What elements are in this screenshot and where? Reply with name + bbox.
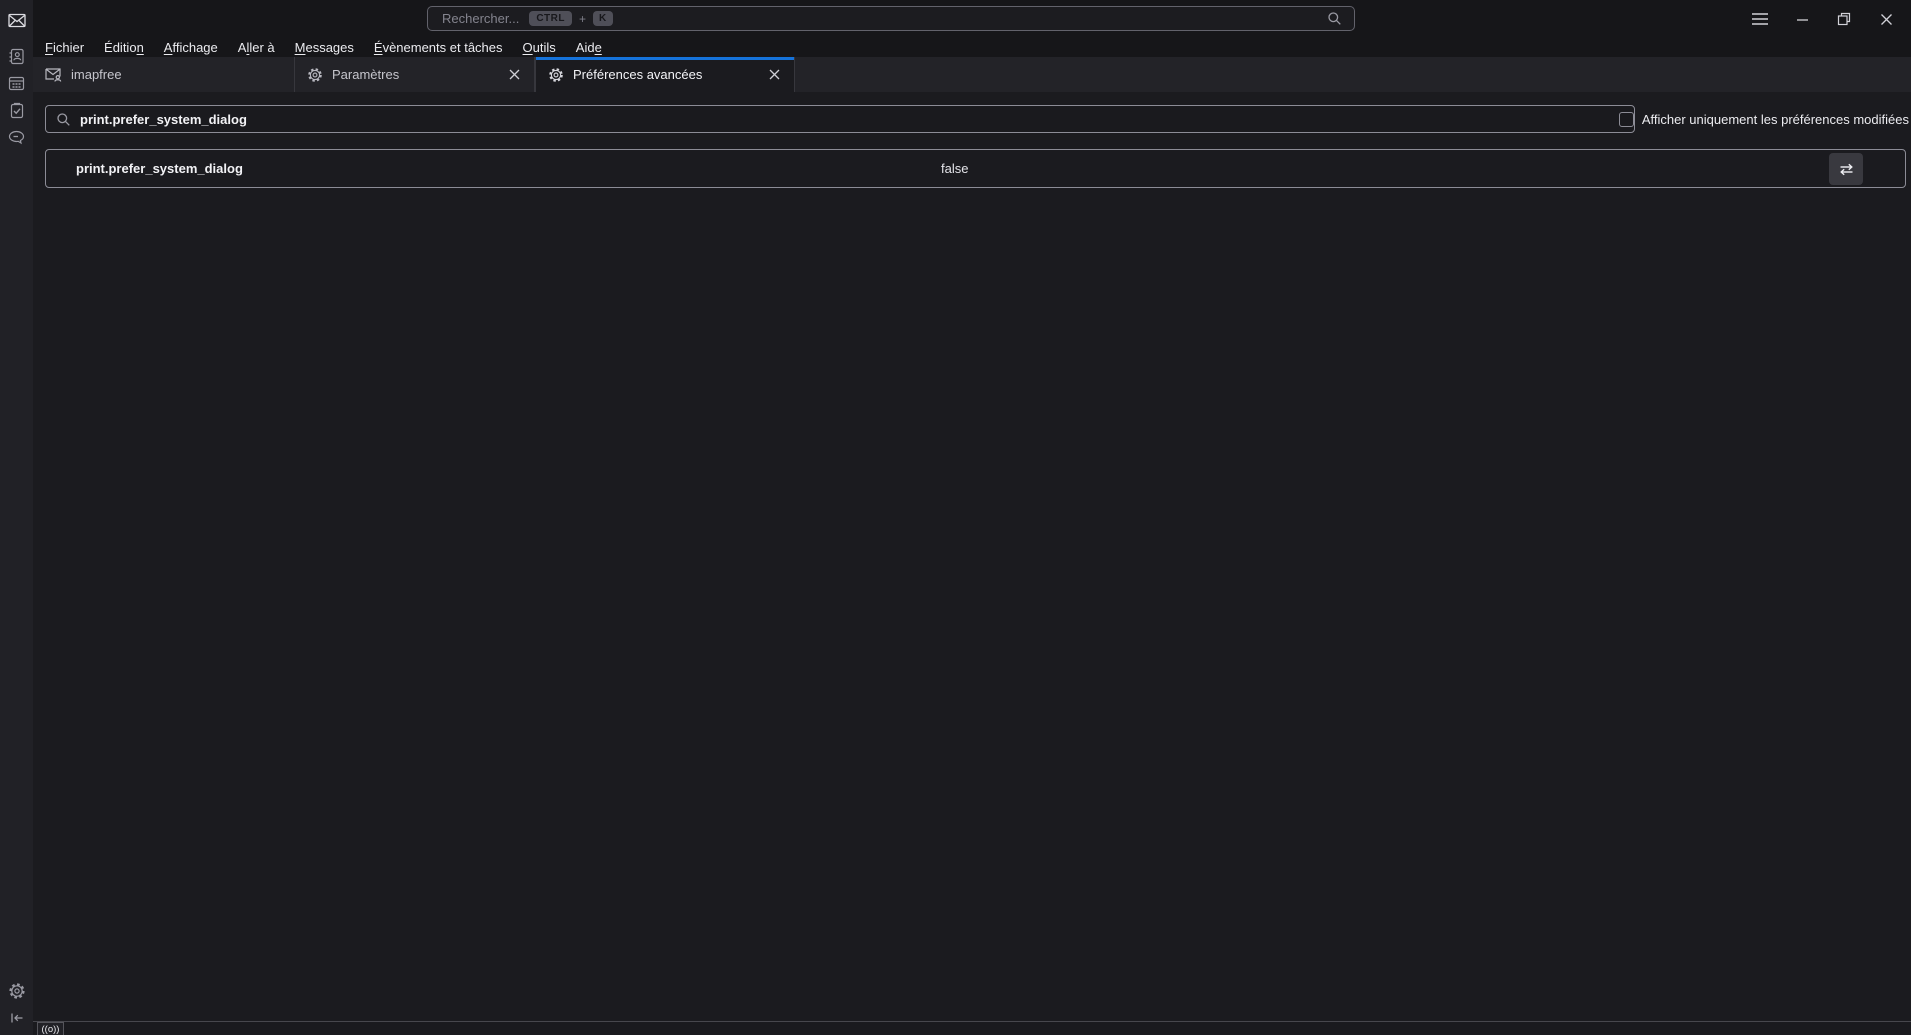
- pref-search-box[interactable]: [45, 105, 1635, 133]
- tasks-icon: [9, 102, 25, 119]
- menu-aide[interactable]: Aide: [566, 39, 612, 56]
- sidebar-item-tasks[interactable]: [4, 99, 30, 121]
- tab-label: Paramètres: [332, 67, 400, 82]
- sidebar-item-calendar[interactable]: [4, 72, 30, 94]
- gear-icon: [548, 67, 564, 83]
- hamburger-menu-icon: [1751, 12, 1769, 26]
- menu-label: Aid: [575, 40, 595, 55]
- pref-name: print.prefer_system_dialog: [76, 161, 243, 176]
- restore-button[interactable]: [1823, 0, 1865, 38]
- minimize-icon: [1796, 13, 1809, 26]
- collapse-spaces-button[interactable]: [4, 1007, 30, 1029]
- tab-label: Préférences avancées: [573, 67, 703, 82]
- menu-label: e: [594, 40, 602, 55]
- shortcut-plus: +: [579, 11, 587, 26]
- menu-aller-a[interactable]: Aller à: [228, 39, 285, 56]
- tab-close-icon[interactable]: [504, 65, 524, 85]
- pref-row[interactable]: print.prefer_system_dialog false: [45, 149, 1906, 188]
- menu-label: essages: [305, 40, 354, 55]
- menu-label: ichier: [52, 40, 85, 55]
- shortcut-ctrl-badge: CTRL: [529, 11, 572, 26]
- menu-label: vènements et tâches: [382, 40, 503, 55]
- chat-icon: [8, 129, 25, 145]
- mail-account-icon: [45, 67, 62, 82]
- global-search-bar[interactable]: Rechercher... CTRL + K: [427, 6, 1355, 31]
- menu-outils[interactable]: Outils: [513, 39, 566, 56]
- collapse-icon: [9, 1010, 25, 1026]
- status-bar: ((o)): [33, 1021, 1911, 1035]
- menu-label: O: [522, 40, 533, 55]
- mail-icon: [7, 13, 26, 28]
- minimize-button[interactable]: [1781, 0, 1823, 38]
- menu-label: F: [45, 40, 53, 55]
- global-search-placeholder: Rechercher...: [442, 11, 520, 26]
- menu-label: M: [294, 40, 306, 55]
- toggle-arrows-icon: [1838, 162, 1855, 177]
- tab-parametres[interactable]: Paramètres: [295, 57, 535, 92]
- menu-label: n: [136, 40, 144, 55]
- close-icon: [1880, 13, 1893, 26]
- config-editor: Afficher uniquement les préférences modi…: [33, 92, 1911, 1021]
- menu-label: Éditio: [104, 40, 137, 55]
- menu-label: É: [373, 40, 383, 55]
- tab-preferences-avancees[interactable]: Préférences avancées: [535, 57, 795, 92]
- status-badge: ((o)): [37, 1022, 64, 1035]
- filter-modified-checkbox[interactable]: [1618, 111, 1634, 127]
- shortcut-k-badge: K: [593, 11, 613, 26]
- address-book-icon: [8, 48, 25, 65]
- tab-label: imapfree: [71, 67, 122, 82]
- app-menu-button[interactable]: [1739, 0, 1781, 38]
- close-button[interactable]: [1865, 0, 1907, 38]
- menu-evenements-et-taches[interactable]: Évènements et tâches: [364, 39, 513, 56]
- pref-toggle-button[interactable]: [1829, 153, 1863, 185]
- menu-label: ffichage: [172, 40, 218, 55]
- thunderbird-window: Rechercher... CTRL + K Fichier Édition A…: [0, 0, 1911, 1035]
- menu-bar: Fichier Édition Affichage Aller à Messag…: [33, 38, 1911, 57]
- menu-edition[interactable]: Édition: [94, 39, 154, 56]
- pref-search-input[interactable]: [80, 106, 1634, 132]
- sidebar-item-mail[interactable]: [4, 9, 30, 31]
- tab-imapfree[interactable]: imapfree: [33, 57, 295, 92]
- menu-label: ler à: [249, 40, 275, 55]
- restore-icon: [1837, 12, 1851, 26]
- search-icon: [1327, 11, 1342, 26]
- search-icon: [56, 112, 71, 127]
- calendar-icon: [8, 75, 25, 91]
- sidebar-item-address-book[interactable]: [4, 45, 30, 67]
- filter-modified-label: Afficher uniquement les préférences modi…: [1641, 111, 1909, 127]
- spaces-toolbar: [0, 0, 33, 1035]
- sidebar-item-settings[interactable]: [4, 980, 30, 1002]
- menu-affichage[interactable]: Affichage: [154, 39, 228, 56]
- menu-messages[interactable]: Messages: [285, 39, 364, 56]
- sidebar-item-chat[interactable]: [4, 126, 30, 148]
- title-bar: Rechercher... CTRL + K: [33, 0, 1911, 38]
- menu-label: utils: [532, 40, 556, 55]
- gear-icon: [307, 67, 323, 83]
- pref-value: false: [941, 161, 969, 176]
- tab-bar: imapfree Paramètres Préférences avancées: [33, 57, 1911, 92]
- filter-modified-prefs[interactable]: Afficher uniquement les préférences modi…: [1618, 107, 1909, 131]
- tab-close-icon[interactable]: [764, 65, 784, 85]
- window-controls: [1739, 0, 1907, 38]
- gear-icon: [8, 982, 26, 1000]
- menu-fichier[interactable]: Fichier: [35, 39, 94, 56]
